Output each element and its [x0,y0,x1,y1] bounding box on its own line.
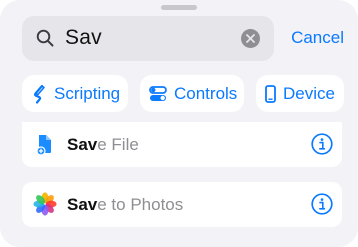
result-label: Save File [67,135,139,154]
result-label: Save to Photos [67,195,184,214]
photos-icon [33,192,57,216]
toggles-icon [149,85,167,101]
category-chips: Scripting Controls Device [22,75,358,112]
chip-controls[interactable]: Controls [140,75,244,112]
search-bar: Sav Cancel [22,16,344,61]
search-icon [36,29,54,47]
result-save-file[interactable]: Save File [22,122,342,167]
chip-label: Controls [174,83,238,103]
phone-icon [265,84,276,103]
result-save-to-photos[interactable]: Save to Photos [22,182,342,227]
info-icon[interactable] [311,193,333,215]
sheet-grabber[interactable] [161,5,197,10]
info-icon[interactable] [311,133,333,155]
scripting-icon [33,84,45,104]
cancel-button[interactable]: Cancel [291,28,344,48]
action-search-sheet: Sav Cancel Scripting Controls Device Sav… [0,0,358,247]
xmark-circle-icon[interactable] [241,29,260,48]
chip-scripting[interactable]: Scripting [22,75,128,112]
chip-label: Scripting [54,83,121,103]
chip-label: Device [283,83,335,103]
chip-device[interactable]: Device [256,75,344,112]
search-input[interactable]: Sav [65,26,102,50]
file-icon [35,133,55,156]
search-field[interactable]: Sav [22,16,274,61]
